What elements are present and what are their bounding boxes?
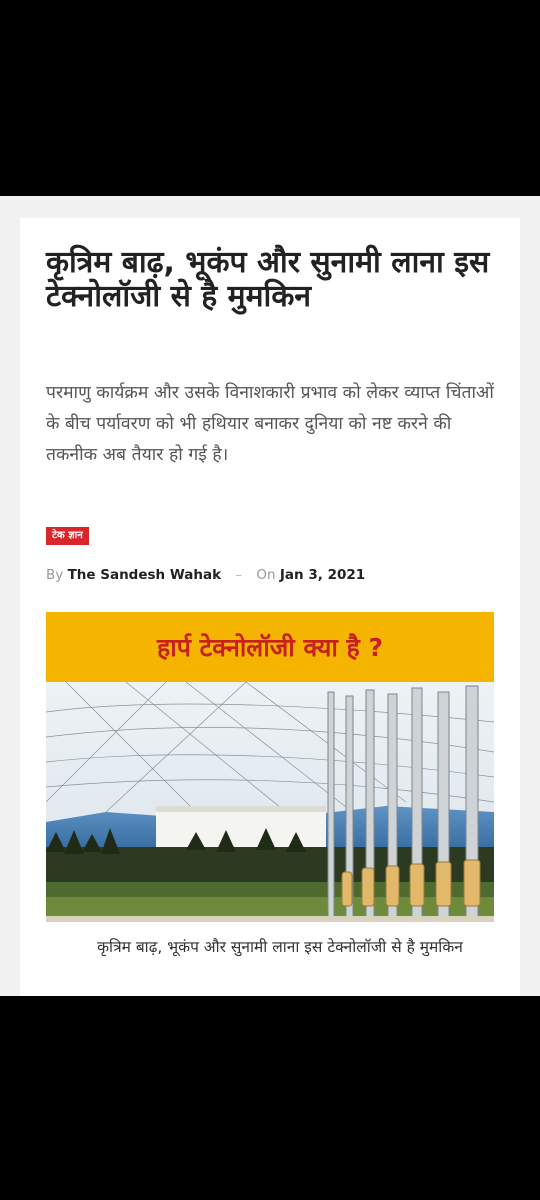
article-page[interactable]: कृत्रिम बाढ़, भूकंप और सुनामी लाना इस टे…	[0, 196, 540, 996]
screen-bottom-area	[0, 996, 540, 1200]
meta-separator: –	[235, 567, 243, 583]
on-label: On	[256, 567, 276, 583]
image-banner-text: हार्प टेक्नोलॉजी क्या है ?	[157, 633, 383, 662]
article-card: कृत्रिम बाढ़, भूकंप और सुनामी लाना इस टे…	[20, 218, 520, 996]
haarp-antenna-photo	[46, 682, 494, 922]
category-badge[interactable]: टेक ज्ञान	[46, 527, 89, 545]
by-label: By	[46, 567, 64, 583]
featured-image[interactable]: हार्प टेक्नोलॉजी क्या है ?	[46, 612, 494, 922]
screen-top-area	[0, 0, 540, 196]
article-headline[interactable]: कृत्रिम बाढ़, भूकंप और सुनामी लाना इस टे…	[46, 246, 496, 314]
author-link[interactable]: The Sandesh Wahak	[68, 567, 222, 583]
publish-date: Jan 3, 2021	[279, 567, 366, 583]
article-lead: परमाणु कार्यक्रम और उसके विनाशकारी प्रभा…	[46, 383, 494, 465]
image-caption: कृत्रिम बाढ़, भूकंप और सुनामी लाना इस टे…	[97, 938, 463, 956]
article-meta: By The Sandesh Wahak – On Jan 3, 2021	[46, 567, 365, 583]
image-banner: हार्प टेक्नोलॉजी क्या है ?	[46, 612, 494, 682]
